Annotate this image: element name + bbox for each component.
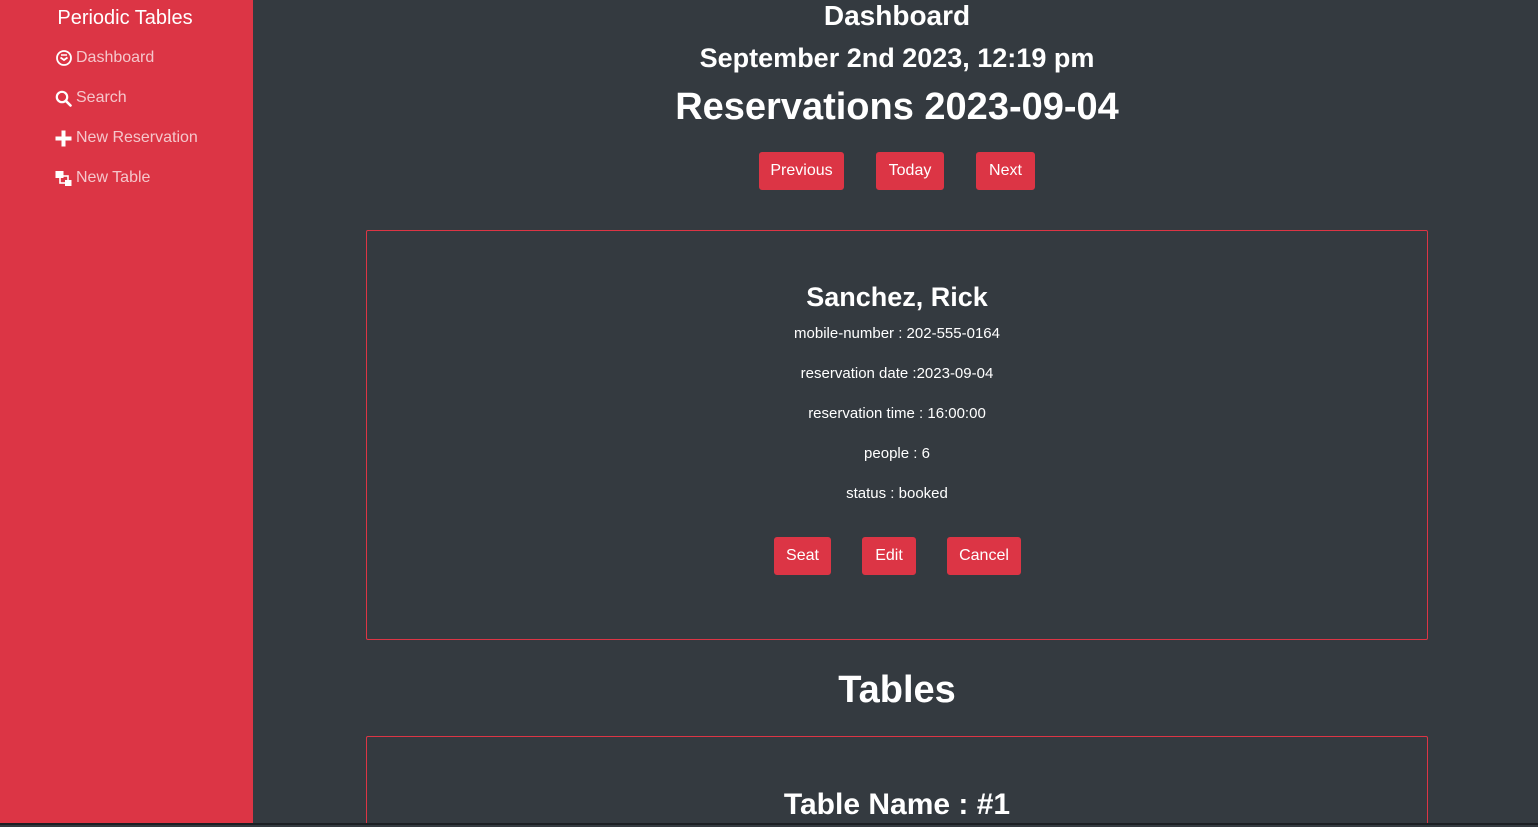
plus-icon xyxy=(55,130,72,147)
sidebar-item-label: New Table xyxy=(76,169,151,186)
page-title: Dashboard xyxy=(823,0,971,31)
reservation-card: Sanchez, Rick mobile-number : 202-555-01… xyxy=(366,230,1428,640)
window-bottom-edge xyxy=(0,823,1538,825)
dashboard-icon xyxy=(55,50,72,67)
sidebar-item-label: Dashboard xyxy=(76,49,155,66)
reservation-mobile: mobile-number : 202-555-0164 xyxy=(794,325,1000,342)
edit-button[interactable]: Edit xyxy=(862,537,916,575)
reservation-time: reservation time : 16:00:00 xyxy=(808,405,986,422)
reservation-date: reservation date :2023-09-04 xyxy=(800,365,994,382)
sidebar-item-label: New Reservation xyxy=(76,129,198,146)
search-icon xyxy=(55,90,72,107)
sidebar-item-new-reservation[interactable]: New Reservation xyxy=(55,127,198,149)
cancel-reservation-button[interactable]: Cancel xyxy=(947,537,1021,575)
reservation-status: status : booked xyxy=(846,485,948,502)
today-button[interactable]: Today xyxy=(876,152,944,190)
table-name: Table Name : #1 xyxy=(783,788,1011,821)
sidebar-item-search[interactable]: Search xyxy=(55,87,127,109)
brand-title[interactable]: Periodic Tables xyxy=(0,6,250,30)
reservation-people: people : 6 xyxy=(864,445,930,462)
tables-icon xyxy=(55,170,72,187)
sidebar-item-new-table[interactable]: New Table xyxy=(55,167,150,189)
reservation-name: Sanchez, Rick xyxy=(806,282,988,312)
current-datetime: September 2nd 2023, 12:19 pm xyxy=(699,43,1095,73)
main-content: Dashboard September 2nd 2023, 12:19 pm R… xyxy=(253,0,1538,825)
sidebar-item-label: Search xyxy=(76,89,127,106)
previous-button[interactable]: Previous xyxy=(759,152,844,190)
seat-button[interactable]: Seat xyxy=(774,537,831,575)
next-button[interactable]: Next xyxy=(976,152,1035,190)
table-card: Table Name : #1 xyxy=(366,736,1428,825)
app-window: Periodic Tables Dashboard Search New Res… xyxy=(0,0,1538,825)
reservations-heading: Reservations 2023-09-04 xyxy=(675,86,1119,128)
sidebar: Periodic Tables Dashboard Search New Res… xyxy=(0,0,253,825)
tables-heading: Tables xyxy=(838,669,956,711)
sidebar-item-dashboard[interactable]: Dashboard xyxy=(55,47,154,69)
